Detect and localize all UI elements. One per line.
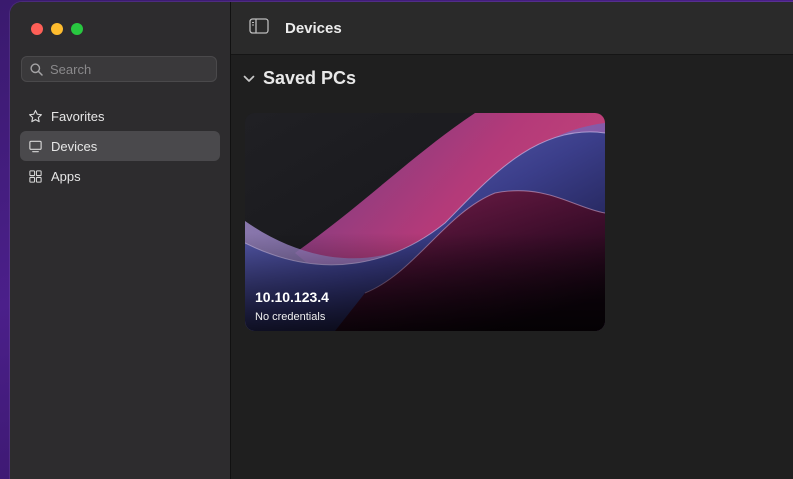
apps-icon — [27, 168, 43, 184]
search-icon — [30, 62, 43, 76]
app-window: Favorites Devices — [10, 2, 793, 479]
search-field[interactable] — [21, 56, 217, 82]
sidebar-item-label: Favorites — [51, 108, 105, 124]
chevron-down-icon[interactable] — [243, 75, 255, 83]
close-button[interactable] — [31, 23, 43, 35]
sidebar-toggle-icon[interactable] — [249, 17, 269, 39]
main-content: Devices Saved PCs 10.10.123.4 No credent… — [231, 2, 793, 479]
sidebar-nav: Favorites Devices Apps — [20, 101, 220, 191]
sidebar-item-devices[interactable]: Devices — [20, 131, 220, 161]
page-title: Devices — [285, 19, 342, 37]
sidebar-item-label: Devices — [51, 138, 98, 154]
pc-credentials-status: No credentials — [255, 311, 326, 323]
section-title: Saved PCs — [263, 68, 357, 88]
zoom-button[interactable] — [71, 23, 83, 35]
monitor-icon — [27, 138, 43, 154]
sidebar-item-apps[interactable]: Apps — [20, 161, 220, 191]
pc-host-address: 10.10.123.4 — [255, 289, 329, 305]
star-icon — [27, 108, 43, 124]
sidebar: Favorites Devices — [10, 2, 231, 479]
pc-card[interactable]: 10.10.123.4 No credentials — [245, 113, 605, 331]
window-controls — [31, 23, 83, 35]
sidebar-item-favorites[interactable]: Favorites — [20, 101, 220, 131]
search-input[interactable] — [48, 60, 212, 78]
minimize-button[interactable] — [51, 23, 63, 35]
saved-pcs-header[interactable]: Saved PCs — [243, 68, 356, 89]
toolbar: Devices — [231, 2, 793, 55]
sidebar-item-label: Apps — [51, 168, 81, 184]
